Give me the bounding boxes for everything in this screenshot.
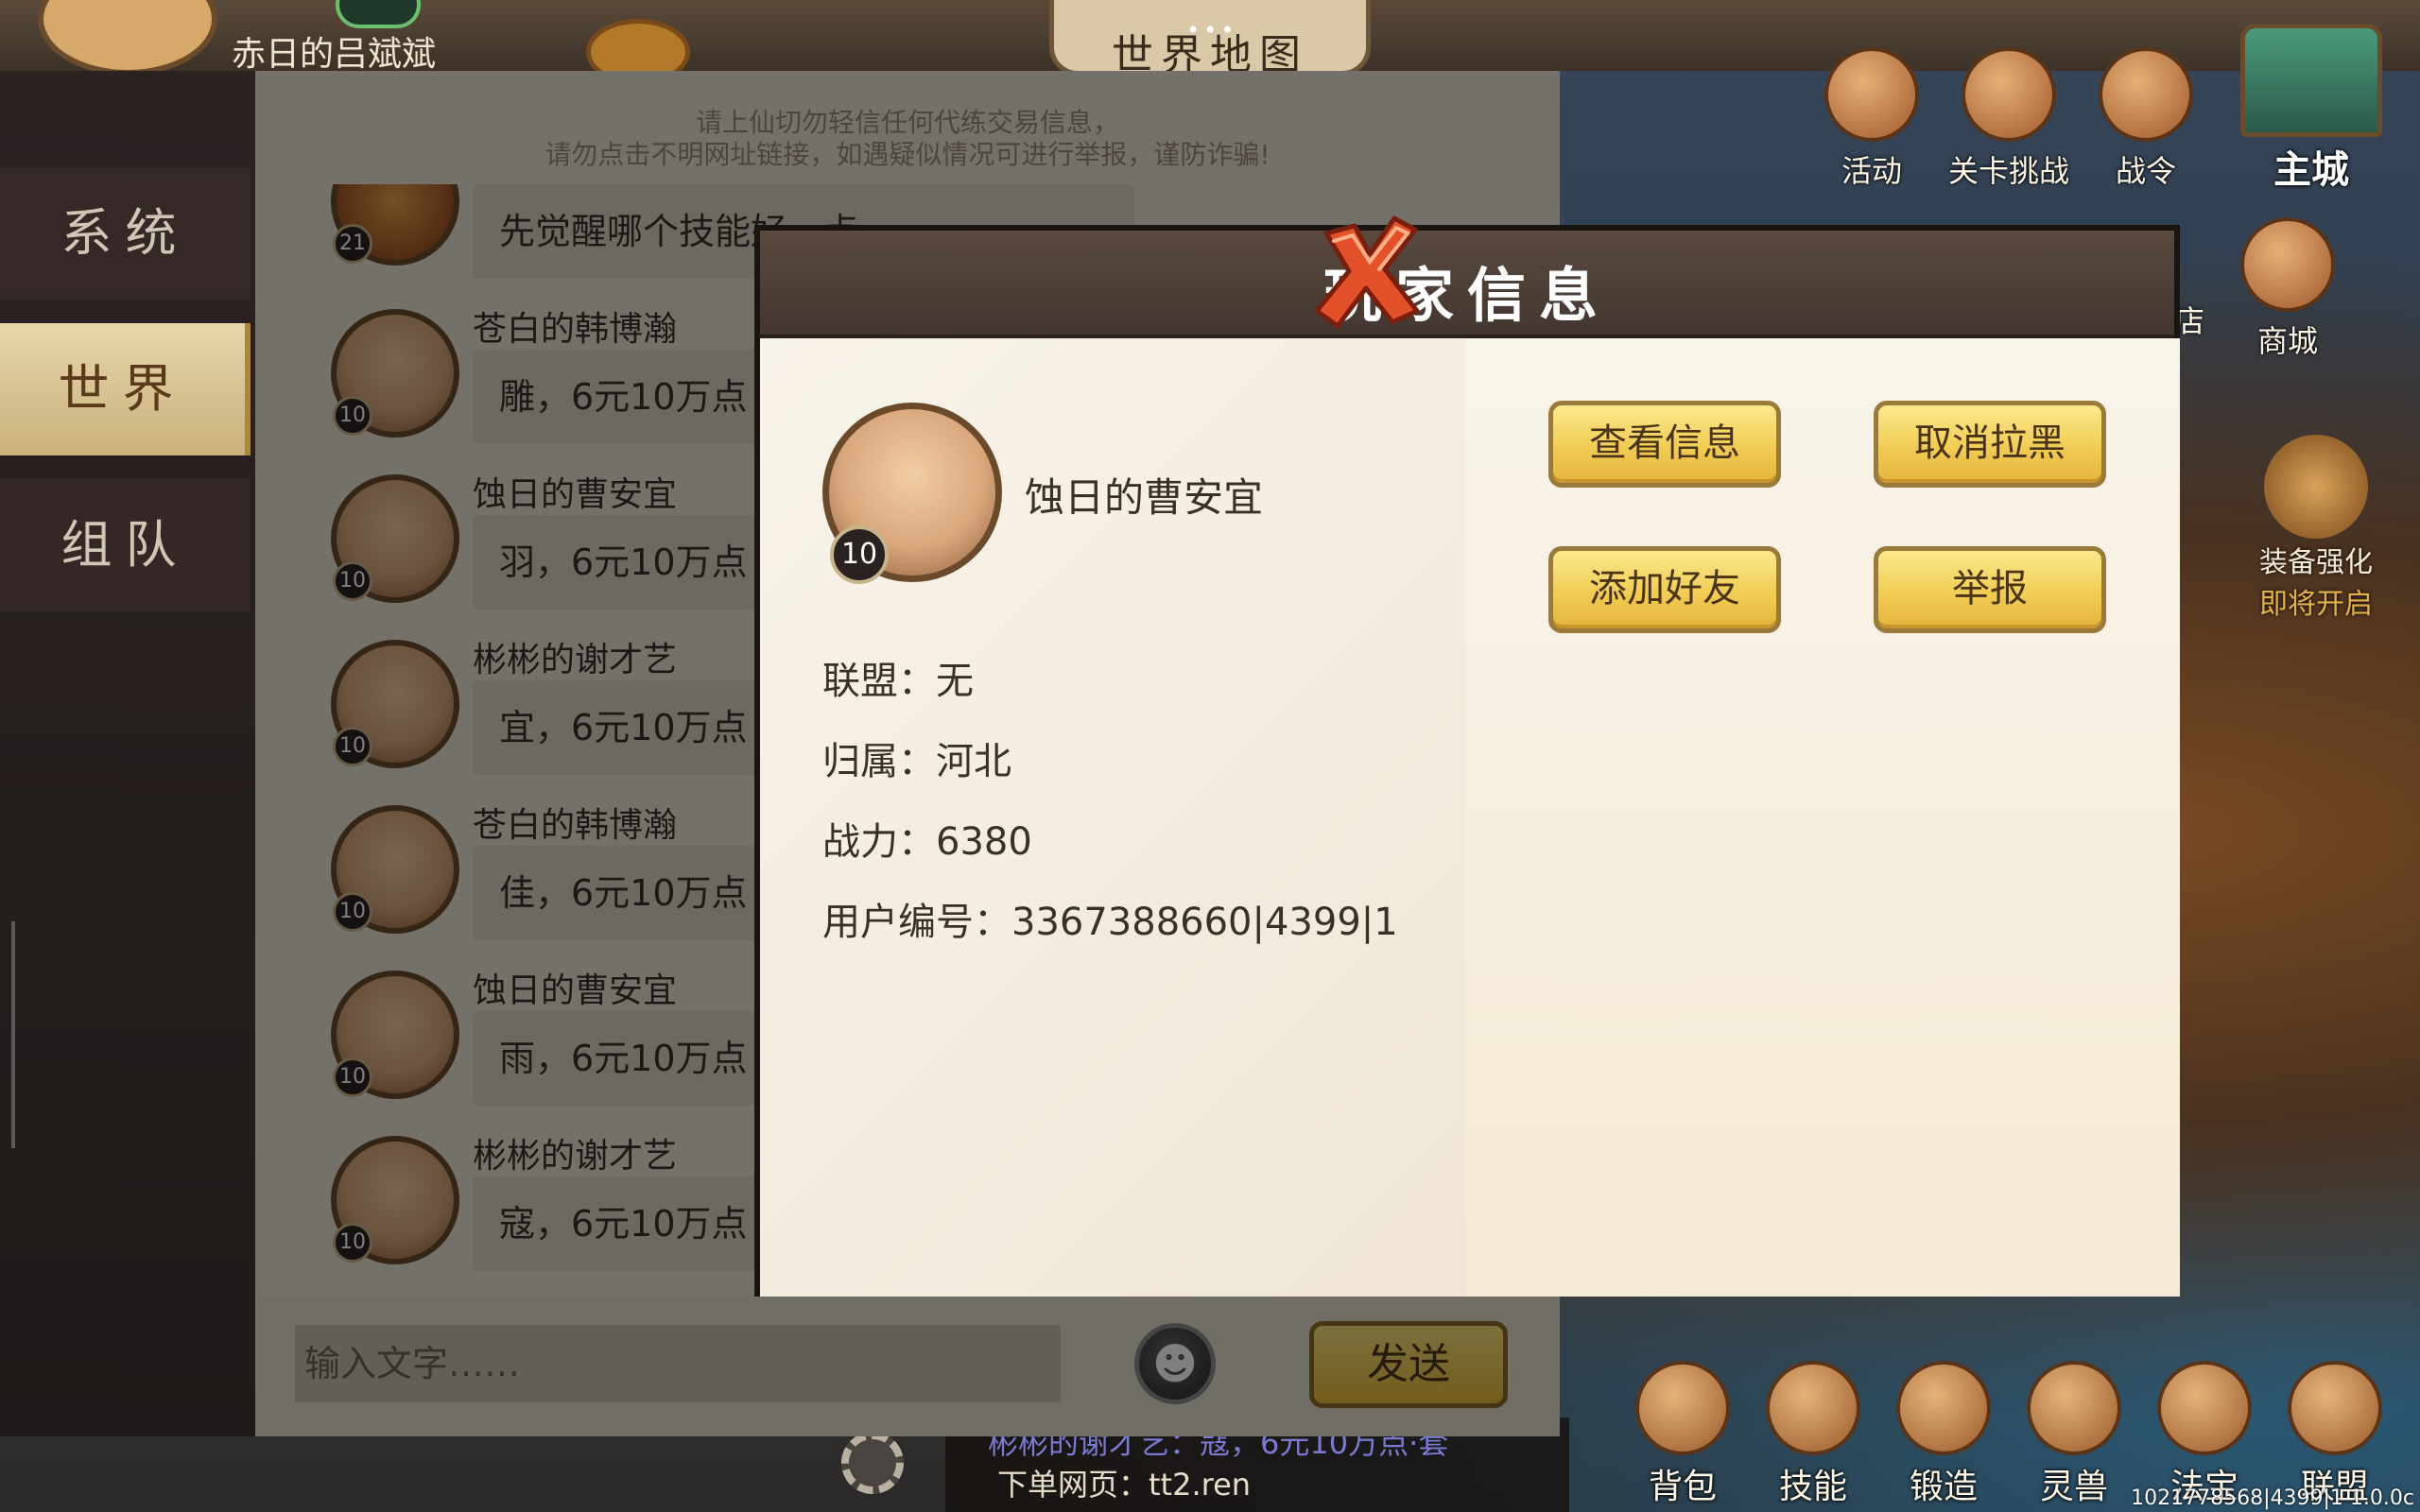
level-badge (336, 0, 421, 28)
emoji-icon[interactable]: ☻ (1134, 1323, 1216, 1404)
equip-strength-label: 装备强化 (2259, 546, 2373, 579)
chat-channel-sidebar: 系统 世界 组队 (0, 71, 255, 1436)
forge-button[interactable]: 锻造 (1887, 1361, 2000, 1508)
close-button[interactable] (1309, 213, 1427, 331)
spirit-beast-icon (2027, 1361, 2121, 1455)
player-info-dialog: 玩家信息 10 蚀日的曹安宜 联盟：无 归属：河北 战力：6380 用户编号：3… (754, 225, 2180, 1297)
bag-icon (1635, 1361, 1730, 1455)
equip-strength-icon (2264, 435, 2368, 539)
power-info: 战力：6380 (822, 820, 1032, 864)
chat-input-bar: ☻ 发送 (255, 1295, 1560, 1436)
main-city-button[interactable]: 主城 (2231, 24, 2392, 203)
activity-icon (1824, 47, 1919, 142)
equip-strength-sub: 即将开启 (2259, 588, 2373, 621)
gear-icon[interactable] (841, 1432, 904, 1494)
affiliation-info: 归属：河北 (822, 740, 1011, 783)
stage-challenge-button[interactable]: 关卡挑战 (1947, 47, 2070, 198)
shop-icon (2240, 217, 2335, 312)
player-name: 赤日的吕斌斌 (232, 35, 437, 74)
more-menu-icon[interactable]: ••• (1186, 17, 1237, 43)
shop-button[interactable]: 商城 (2231, 217, 2344, 369)
treasure-icon (2157, 1361, 2252, 1455)
ticker-url: 下单网页：tt2.ren (997, 1467, 1252, 1503)
report-button[interactable]: 举报 (1874, 546, 2106, 633)
activity-button[interactable]: 活动 (1815, 47, 1928, 198)
forge-icon (1896, 1361, 1991, 1455)
player-level-badge: 10 (830, 525, 889, 584)
version-text: 1021778568|4399|1 1.0.0c (2131, 1486, 2414, 1510)
close-icon (1314, 215, 1420, 329)
stage-challenge-icon (1962, 47, 2056, 142)
bag-button[interactable]: 背包 (1626, 1361, 1739, 1508)
player-name: 蚀日的曹安宜 (1025, 474, 1264, 521)
skill-button[interactable]: 技能 (1756, 1361, 1870, 1508)
tab-world[interactable]: 世界 (0, 323, 251, 455)
alliance-info: 联盟：无 (822, 660, 974, 703)
spirit-beast-label: 灵兽 (2039, 1468, 2108, 1506)
stage-challenge-label: 关卡挑战 (1947, 153, 2069, 189)
shop-label: 商城 (2256, 323, 2318, 359)
add-friend-button[interactable]: 添加好友 (1548, 546, 1781, 633)
activity-label: 活动 (1841, 153, 1902, 189)
dialog-title: 玩家信息 (1322, 261, 1611, 330)
player-actions-panel: 查看信息 取消拉黑 添加好友 举报 (1465, 338, 2180, 1297)
alliance-icon (2288, 1361, 2382, 1455)
view-info-button[interactable]: 查看信息 (1548, 401, 1781, 488)
battle-pass-label: 战令 (2115, 153, 2176, 189)
player-avatar[interactable] (38, 0, 217, 76)
sidebar-scroll-indicator (11, 921, 15, 1148)
main-city-icon (2240, 24, 2382, 137)
skill-label: 技能 (1778, 1468, 1847, 1506)
player-details-panel: 10 蚀日的曹安宜 联盟：无 归属：河北 战力：6380 用户编号：336738… (760, 338, 1465, 1297)
user-id-info: 用户编号：3367388660|4399|1 (822, 901, 1398, 944)
dialog-header: 玩家信息 (760, 231, 2174, 338)
unblock-button[interactable]: 取消拉黑 (1874, 401, 2106, 488)
tab-system[interactable]: 系统 (0, 167, 251, 300)
main-city-label: 主城 (2273, 148, 2349, 192)
forge-label: 锻造 (1909, 1468, 1978, 1506)
spirit-beast-button[interactable]: 灵兽 (2017, 1361, 2131, 1508)
battle-pass-icon (2099, 47, 2193, 142)
send-button[interactable]: 发送 (1309, 1321, 1508, 1408)
chat-text-input[interactable] (295, 1325, 1061, 1402)
battle-pass-button[interactable]: 战令 (2089, 47, 2203, 198)
bag-label: 背包 (1648, 1468, 1717, 1506)
skill-icon (1766, 1361, 1860, 1455)
equip-strength-button[interactable]: 装备强化 即将开启 (2221, 435, 2411, 622)
tab-team[interactable]: 组队 (0, 479, 251, 611)
